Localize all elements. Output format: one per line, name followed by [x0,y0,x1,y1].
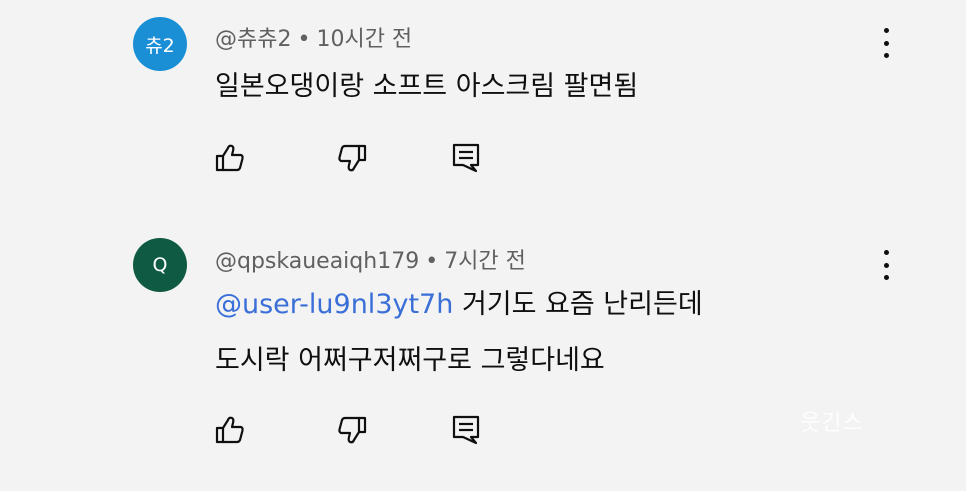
dislike-button[interactable] [332,410,372,450]
comment-time[interactable]: 7시간 전 [444,249,526,274]
avatar[interactable]: 츄2 [133,17,187,71]
comment-meta: @qpskaueaiqh179 • 7시간 전 [215,243,526,275]
meta-separator: • [297,27,311,52]
thumbs-down-icon [338,144,367,172]
comment-line: 일본오댕이랑 소프트 아스크림 팔면됨 [215,71,639,102]
like-button[interactable] [210,410,250,450]
comment-time[interactable]: 10시간 전 [316,27,412,52]
dislike-button[interactable] [332,138,372,178]
thumbs-up-icon [215,144,244,172]
comment-meta: @츄츄2 • 10시간 전 [215,21,412,53]
comment-line: 도시락 어쩌구저쩌구로 그렇다네요 [215,345,605,376]
reply-button[interactable] [446,410,486,450]
comment-item: 츄2 @츄츄2 • 10시간 전 일본오댕이랑 소프트 아스크림 팔면됨 [0,0,966,210]
more-vert-icon[interactable] [874,28,898,58]
comment-text: 일본오댕이랑 소프트 아스크림 팔면됨 [215,59,638,115]
comment-author[interactable]: @츄츄2 [215,27,291,52]
meta-separator: • [425,249,439,274]
avatar-text: Q [152,254,168,276]
avatar[interactable]: Q [133,238,187,292]
mention-link[interactable]: @user-lu9nl3yt7h [215,289,453,320]
comment-author[interactable]: @qpskaueaiqh179 [215,249,419,274]
thumbs-down-icon [338,416,367,444]
comment-line: @user-lu9nl3yt7h 거기도 요즘 난리든데 [215,277,703,333]
reply-icon [452,415,480,445]
comment-text: @user-lu9nl3yt7h 거기도 요즘 난리든데 도시락 어쩌구저쩌구로… [215,277,703,389]
more-vert-icon[interactable] [874,250,898,280]
avatar-text: 츄2 [145,34,175,57]
watermark: 웃긴스 [800,411,864,436]
like-button[interactable] [210,138,250,178]
comment-line-text: 거기도 요즘 난리든데 [453,289,703,320]
reply-icon [452,143,480,173]
thumbs-up-icon [215,416,244,444]
reply-button[interactable] [446,138,486,178]
